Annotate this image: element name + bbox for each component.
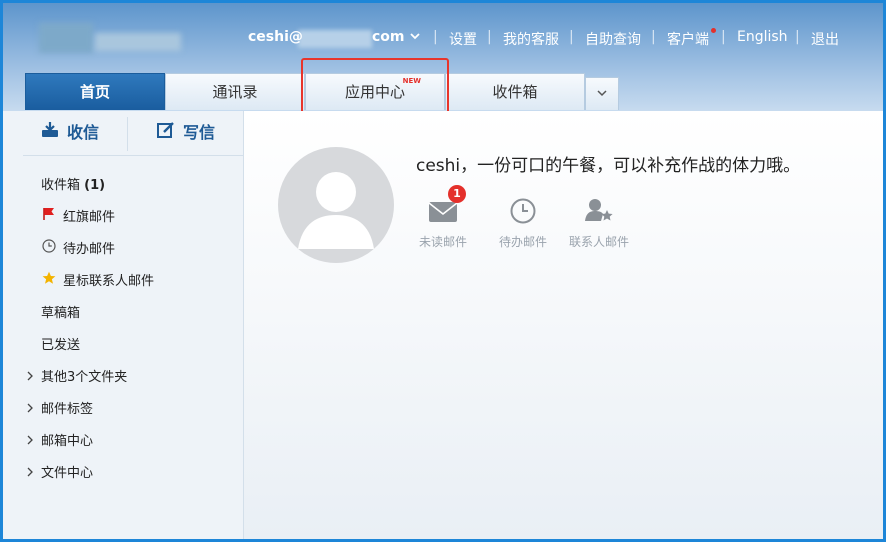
logout-link[interactable]: 退出 [811, 29, 839, 49]
receive-mail-button[interactable]: 收信 [41, 111, 99, 155]
chevron-right-icon [25, 370, 35, 385]
unread-count: (1) [84, 178, 106, 193]
contact-mail-stat[interactable]: 联系人邮件 [564, 195, 634, 250]
unread-mail-stat[interactable]: 1 未读邮件 [408, 185, 478, 250]
avatar[interactable] [278, 147, 394, 263]
inbox-download-icon [41, 111, 61, 155]
chevron-right-icon [25, 434, 35, 449]
sidebar-item-label: 已发送 [41, 338, 81, 353]
highlight-box [301, 58, 449, 119]
sidebar-item-label: 其他3个文件夹 [41, 370, 128, 385]
sidebar-item-mail-tags[interactable]: 邮件标签 [25, 398, 93, 420]
user-silhouette-icon [298, 172, 374, 249]
compose-label: 写信 [183, 123, 216, 142]
settings-link[interactable]: 设置 [449, 29, 477, 49]
sidebar-item-label: 红旗邮件 [63, 210, 116, 225]
user-account-suffix[interactable]: com [372, 29, 405, 45]
separator: | [721, 29, 726, 45]
sidebar-item-label: 草稿箱 [41, 306, 81, 321]
greeting-text: ceshi，一份可口的午餐，可以补充作战的体力哦。 [416, 156, 801, 176]
tab-more-button[interactable] [585, 77, 619, 110]
english-link[interactable]: English [737, 29, 788, 45]
red-flag-icon [41, 207, 57, 225]
todo-mail-stat[interactable]: 待办邮件 [488, 195, 558, 250]
separator: | [569, 29, 574, 45]
star-icon [41, 271, 57, 289]
clock-icon [41, 239, 57, 257]
divider [127, 117, 128, 151]
chevron-down-icon [597, 90, 607, 97]
user-account-prefix[interactable]: ceshi@ [248, 29, 303, 45]
sidebar-item-mailbox-center[interactable]: 邮箱中心 [25, 430, 93, 452]
chevron-right-icon [25, 402, 35, 417]
sidebar: 收信 写信 收件箱 (1) 红旗邮件 待办邮件 星标联系人邮件 草稿箱 已发送 [3, 111, 244, 539]
notification-dot [711, 28, 716, 33]
chevron-down-icon[interactable] [409, 30, 421, 46]
contact-star-icon [585, 199, 613, 221]
top-nav: ceshi@ com | 设置 | 我的客服 | 自助查询 | 客户端 | En… [3, 29, 883, 51]
customer-service-link[interactable]: 我的客服 [503, 29, 559, 49]
sidebar-item-inbox[interactable]: 收件箱 (1) [41, 174, 105, 196]
chevron-right-icon [25, 466, 35, 481]
contact-mail-label: 联系人邮件 [568, 235, 629, 249]
sidebar-item-label: 收件箱 [41, 178, 81, 193]
todo-mail-label: 待办邮件 [498, 235, 547, 249]
sidebar-item-label: 星标联系人邮件 [63, 274, 155, 289]
receive-mail-label: 收信 [67, 123, 100, 142]
edit-icon [157, 111, 177, 155]
main-content: ceshi，一份可口的午餐，可以补充作战的体力哦。 1 未读邮件 待办邮件 联系… [244, 111, 883, 539]
tab-home[interactable]: 首页 [25, 73, 165, 110]
sidebar-item-label: 邮箱中心 [41, 434, 94, 449]
separator: | [487, 29, 492, 45]
self-service-link[interactable]: 自助查询 [585, 29, 641, 49]
sidebar-item-starred[interactable]: 星标联系人邮件 [41, 270, 154, 292]
browser-frame: ceshi@ com | 设置 | 我的客服 | 自助查询 | 客户端 | En… [0, 0, 886, 542]
sidebar-item-drafts[interactable]: 草稿箱 [41, 302, 80, 324]
tab-contacts[interactable]: 通讯录 [165, 73, 305, 110]
compose-button[interactable]: 写信 [157, 111, 215, 155]
envelope-icon [428, 202, 458, 222]
client-link[interactable]: 客户端 [667, 29, 709, 49]
separator: | [795, 29, 800, 45]
sidebar-item-todo[interactable]: 待办邮件 [41, 238, 115, 260]
sidebar-item-sent[interactable]: 已发送 [41, 334, 80, 356]
unread-mail-label: 未读邮件 [418, 235, 467, 249]
sidebar-item-label: 邮件标签 [41, 402, 94, 417]
clock-icon [510, 198, 536, 224]
separator: | [651, 29, 656, 45]
unread-badge: 1 [448, 185, 466, 203]
sidebar-item-label: 待办邮件 [63, 242, 116, 257]
separator: | [433, 29, 438, 45]
sidebar-item-label: 文件中心 [41, 466, 94, 481]
sidebar-item-other-folders[interactable]: 其他3个文件夹 [25, 366, 127, 388]
sidebar-item-file-center[interactable]: 文件中心 [25, 462, 93, 484]
tab-inbox[interactable]: 收件箱 [445, 73, 585, 110]
compose-actions: 收信 写信 [23, 111, 243, 156]
sidebar-item-red-flag[interactable]: 红旗邮件 [41, 206, 115, 228]
